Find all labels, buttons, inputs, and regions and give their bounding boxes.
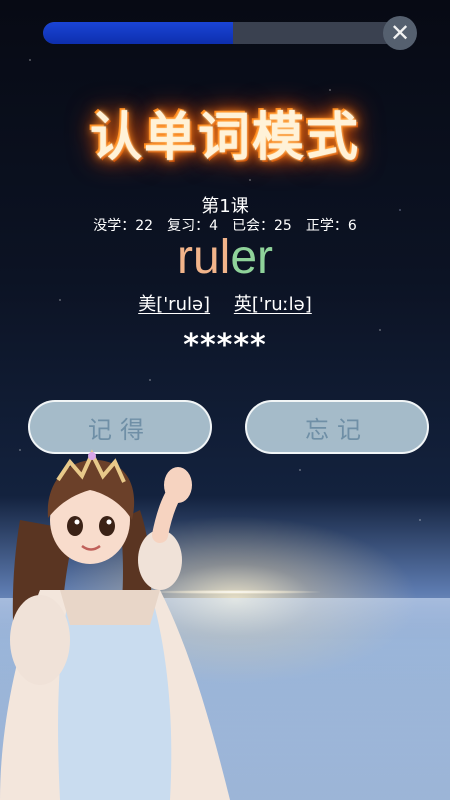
app-screen: ✕ 认单词模式 第1课 没学：22 复习：4 已会：25 正学：6 ruler 美['… xyxy=(0,0,450,800)
progress-bar-fill xyxy=(43,22,233,44)
phonetic-uk[interactable]: 英['ruːlə] xyxy=(234,294,312,315)
phonetics-row: 美['rulə] 英['ruːlə] xyxy=(0,290,450,316)
progress-bar xyxy=(43,22,415,44)
forget-button[interactable]: 忘记 xyxy=(245,400,429,454)
masked-meaning: ***** xyxy=(183,328,267,363)
close-icon: ✕ xyxy=(389,19,411,47)
phonetic-us[interactable]: 美['rulə] xyxy=(138,294,210,315)
vocab-word-part2: er xyxy=(230,231,274,284)
princess-character-illustration xyxy=(0,449,230,800)
close-button[interactable]: ✕ xyxy=(383,16,417,50)
vocab-word: ruler xyxy=(0,228,450,288)
mode-title: 认单词模式 xyxy=(89,107,360,168)
vocab-word-part1: rul xyxy=(176,231,231,284)
